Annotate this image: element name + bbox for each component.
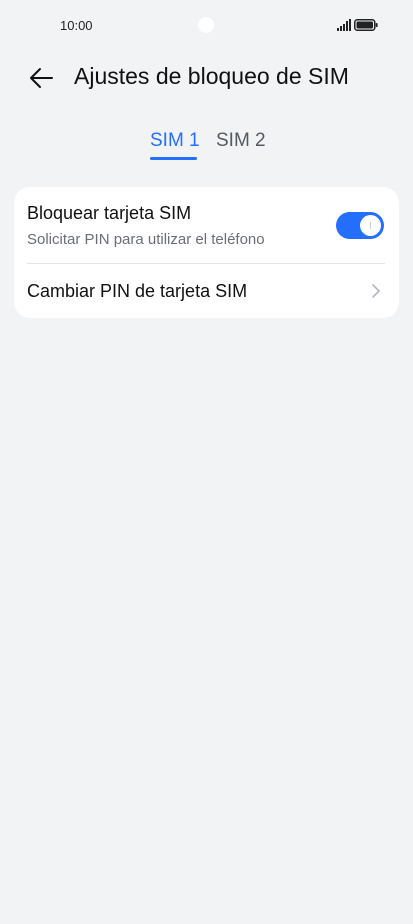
- screen: 10:00 Ajustes de bloqueo de SIM SIM 1 SI…: [0, 0, 413, 924]
- signal-icon: [337, 19, 351, 31]
- active-tab-indicator: [150, 157, 197, 160]
- lock-sim-subtitle: Solicitar PIN para utilizar el teléfono: [27, 231, 265, 248]
- front-camera: [198, 17, 214, 33]
- status-bar: 10:00: [0, 0, 413, 50]
- change-pin-title: Cambiar PIN de tarjeta SIM: [27, 281, 248, 301]
- lock-sim-title: Bloquear tarjeta SIM: [27, 203, 192, 223]
- arrow-left-icon: [30, 68, 53, 88]
- chevron-right-icon: [372, 284, 380, 298]
- page-title: Ajustes de bloqueo de SIM: [74, 63, 349, 89]
- battery-icon: [354, 19, 378, 31]
- lock-sim-row[interactable]: Bloquear tarjeta SIM Solicitar PIN para …: [14, 187, 399, 263]
- toggle-knob: [360, 215, 381, 236]
- sim-tabs: SIM 1 SIM 2: [0, 128, 413, 164]
- toggle-on-mark: [370, 222, 371, 229]
- lock-sim-toggle[interactable]: [336, 212, 384, 239]
- tab-sim-2[interactable]: SIM 2: [216, 130, 266, 152]
- sim-settings-card: Bloquear tarjeta SIM Solicitar PIN para …: [14, 187, 399, 318]
- status-time: 10:00: [60, 18, 93, 33]
- change-pin-row[interactable]: Cambiar PIN de tarjeta SIM: [14, 264, 399, 318]
- tab-sim-1[interactable]: SIM 1: [150, 130, 200, 152]
- back-button[interactable]: [26, 64, 56, 92]
- header: Ajustes de bloqueo de SIM: [0, 58, 413, 98]
